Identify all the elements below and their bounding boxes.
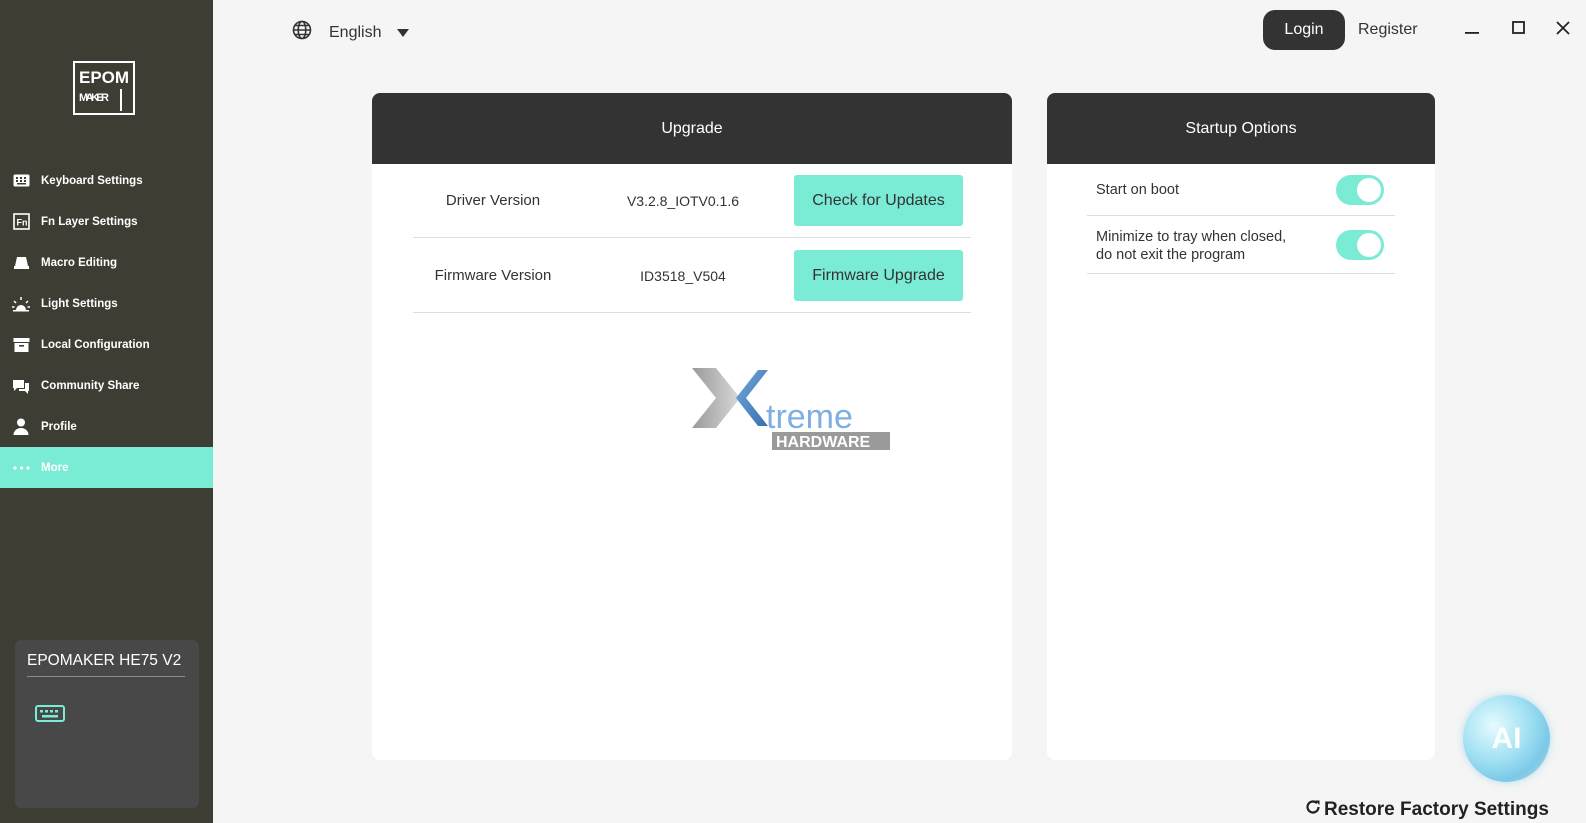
device-name: EPOMAKER HE75 V2: [27, 652, 185, 677]
maximize-icon: [1511, 21, 1525, 39]
minimize-to-tray-toggle[interactable]: [1336, 230, 1384, 260]
sidebar-item-fn-layer-settings[interactable]: Fn Fn Layer Settings: [0, 201, 213, 242]
sidebar-item-local-configuration[interactable]: Local Configuration: [0, 324, 213, 365]
maximize-button[interactable]: [1508, 20, 1528, 40]
restore-factory-settings-label: Restore Factory Settings: [1324, 799, 1549, 820]
user-icon: [12, 418, 30, 436]
sidebar-item-keyboard-settings[interactable]: Keyboard Settings: [0, 160, 213, 201]
minimize-icon: [1465, 21, 1479, 39]
driver-version-row: Driver Version V3.2.8_IOTV0.1.6 Check fo…: [413, 164, 971, 238]
close-icon: [1556, 20, 1570, 40]
firmware-version-value: ID3518_V504: [640, 268, 726, 284]
sidebar-item-macro-editing[interactable]: Macro Editing: [0, 242, 213, 283]
sidebar-item-profile[interactable]: Profile: [0, 406, 213, 447]
minimize-to-tray-label-line2: do not exit the program: [1096, 247, 1246, 263]
upgrade-panel: Upgrade Driver Version V3.2.8_IOTV0.1.6 …: [372, 93, 1012, 760]
sidebar-item-label: Keyboard Settings: [41, 174, 143, 187]
svg-text:MAKER: MAKER: [79, 92, 109, 104]
startup-options-panel: Startup Options Start on boot Minimize t…: [1047, 93, 1435, 760]
firmware-version-label: Firmware Version: [434, 267, 552, 284]
sidebar-item-label: Light Settings: [41, 297, 118, 310]
sidebar-item-label: Fn Layer Settings: [41, 215, 138, 228]
watermark-sub: HARDWARE: [776, 434, 871, 451]
toggle-knob: [1357, 178, 1381, 202]
device-card[interactable]: EPOMAKER HE75 V2: [15, 640, 199, 808]
check-for-updates-button[interactable]: Check for Updates: [794, 175, 963, 226]
restore-factory-settings-button[interactable]: Restore Factory Settings: [1305, 799, 1549, 821]
svg-text:EPOM: EPOM: [79, 68, 129, 87]
macro-icon: [12, 254, 30, 272]
driver-version-label: Driver Version: [445, 192, 541, 209]
minimize-to-tray-row: Minimize to tray when closed, do not exi…: [1087, 216, 1395, 274]
firmware-upgrade-button[interactable]: Firmware Upgrade: [794, 250, 963, 301]
archive-icon: [12, 336, 30, 354]
globe-icon: [292, 20, 312, 45]
chat-icon: [12, 377, 30, 395]
epomaker-logo: EPOM MAKER: [73, 61, 135, 115]
sidebar-item-label: Profile: [41, 420, 77, 433]
register-link[interactable]: Register: [1358, 21, 1418, 39]
close-button[interactable]: [1553, 20, 1573, 40]
light-icon: [12, 295, 30, 313]
minimize-to-tray-label-line1: Minimize to tray when closed,: [1096, 229, 1287, 245]
upgrade-title: Upgrade: [372, 93, 1012, 164]
sidebar-item-label: More: [41, 461, 69, 474]
ai-assistant-button[interactable]: AI: [1463, 695, 1550, 782]
dots-icon: [12, 459, 30, 477]
fn-icon: Fn: [12, 213, 30, 231]
start-on-boot-label: Start on boot: [1096, 182, 1180, 198]
refresh-icon: [1305, 799, 1321, 821]
sidebar-item-light-settings[interactable]: Light Settings: [0, 283, 213, 324]
caret-down-icon: [397, 24, 410, 42]
minimize-to-tray-label: Minimize to tray when closed, do not exi…: [1096, 228, 1286, 264]
svg-text:Fn: Fn: [16, 218, 27, 228]
login-button[interactable]: Login: [1263, 10, 1345, 50]
keyboard-icon: [12, 172, 30, 190]
start-on-boot-row: Start on boot: [1087, 164, 1395, 216]
firmware-version-row: Firmware Version ID3518_V504 Firmware Up…: [413, 239, 971, 313]
watermark-word: treme: [766, 398, 853, 436]
toggle-knob: [1357, 233, 1381, 257]
sidebar-nav: Keyboard Settings Fn Fn Layer Settings M…: [0, 160, 213, 488]
sidebar: EPOM MAKER Keyboard Settings Fn Fn Layer…: [0, 0, 213, 823]
sidebar-item-label: Community Share: [41, 379, 140, 392]
language-selector[interactable]: English: [292, 20, 410, 45]
sidebar-item-community-share[interactable]: Community Share: [0, 365, 213, 406]
minimize-button[interactable]: [1462, 20, 1482, 40]
xtreme-hardware-watermark: treme HARDWARE: [692, 368, 890, 451]
sidebar-item-label: Local Configuration: [41, 338, 150, 351]
sidebar-item-more[interactable]: More: [0, 447, 213, 488]
sidebar-item-label: Macro Editing: [41, 256, 118, 269]
startup-options-title: Startup Options: [1047, 93, 1435, 164]
driver-version-value: V3.2.8_IOTV0.1.6: [626, 193, 740, 209]
keyboard-icon: [35, 704, 65, 729]
start-on-boot-toggle[interactable]: [1336, 175, 1384, 205]
language-label: English: [329, 23, 382, 41]
